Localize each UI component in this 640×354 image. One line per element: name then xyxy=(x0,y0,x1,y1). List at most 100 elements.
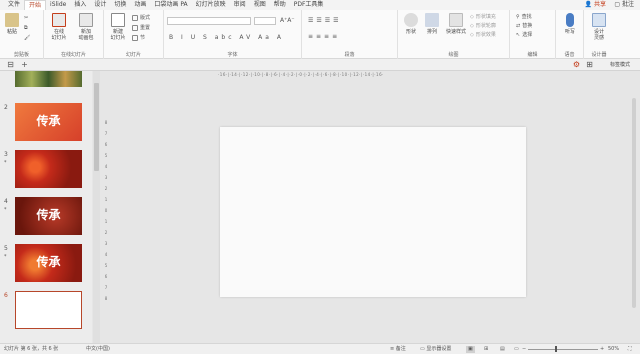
display-settings-button[interactable]: ▭ 显示器设置 xyxy=(420,346,451,353)
new-slide-button[interactable]: 新建 幻灯片 xyxy=(107,13,129,41)
online-slides-button[interactable]: 在线 幻灯片 xyxy=(48,13,70,41)
online-group-label: 在线幻灯片 xyxy=(60,52,86,58)
menu-item[interactable]: 帮助 xyxy=(270,0,290,10)
shape-outline-icon: ◇ xyxy=(470,23,474,29)
menu-item[interactable]: 视图 xyxy=(250,0,270,10)
font-format-buttons[interactable]: B I U S abc AV Aa A xyxy=(169,34,284,41)
menu-bar: 文件 开始 iSlide 插入 设计 切换 动画 口袋动画 PA 幻灯片放映 审阅 视图 帮助 PDF工… xyxy=(0,0,640,10)
paragraph-group-label: 段落 xyxy=(344,52,355,58)
replace-icon: ⇄ xyxy=(516,23,521,29)
cut-icon[interactable]: ✂ xyxy=(24,15,28,21)
notes-button[interactable]: ≡ 备注 xyxy=(390,346,406,353)
clipboard-group-label: 剪贴板 xyxy=(13,52,29,58)
font-grow-icon[interactable]: A⁺A⁻ xyxy=(280,18,295,24)
ruler-tick-label: 8 xyxy=(104,296,108,301)
slide-thumbnail[interactable]: 传承 xyxy=(15,103,82,141)
quick-styles-button[interactable]: 快速样式 xyxy=(445,13,467,35)
arrange-icon xyxy=(425,13,439,27)
menu-item[interactable]: 幻灯片放映 xyxy=(192,0,230,10)
add-icon[interactable]: + xyxy=(20,60,29,69)
menu-item[interactable]: 开始 xyxy=(24,0,47,10)
replace-label: 替换 xyxy=(522,23,533,29)
select-button[interactable]: ↖ 选择 xyxy=(516,32,532,38)
list-buttons[interactable]: ☰☰☰☰ xyxy=(308,17,342,24)
tag-icon[interactable]: ⊞ xyxy=(585,60,594,69)
display-settings-label: 显示器设置 xyxy=(426,346,452,352)
section-icon xyxy=(132,35,138,41)
menu-item[interactable]: iSlide xyxy=(46,0,70,10)
share-button[interactable]: 👤 共享 xyxy=(585,1,606,9)
align-buttons[interactable]: ≡≡≡≡ xyxy=(308,33,340,40)
zoom-in-button[interactable]: + xyxy=(600,346,604,353)
thumbnail-title: 传承 xyxy=(36,208,61,222)
quick-styles-label: 快速样式 xyxy=(445,29,466,35)
zoom-slider-knob[interactable] xyxy=(555,346,557,352)
editor-scroll-thumb[interactable] xyxy=(632,98,636,308)
settings-icon[interactable]: ⚙ xyxy=(572,60,581,69)
shape-effect-button[interactable]: ◇ 形状效果 xyxy=(470,32,496,38)
menu-item[interactable]: 审阅 xyxy=(230,0,250,10)
editor-scrollbar[interactable] xyxy=(630,78,638,340)
animation-pack-button[interactable]: 新加 动画包 xyxy=(74,13,98,41)
design-ideas-icon xyxy=(592,13,606,27)
find-button[interactable]: ⚲ 查找 xyxy=(516,14,532,20)
find-label: 查找 xyxy=(521,14,532,20)
voice-group-label: 语音 xyxy=(564,52,575,58)
collapse-icon[interactable]: ⊟ xyxy=(6,60,15,69)
animation-star-icon: * xyxy=(4,160,7,166)
ruler-tick-label: 1 xyxy=(104,197,108,202)
replace-button[interactable]: ⇄ 替换 xyxy=(516,23,532,29)
slide-canvas[interactable] xyxy=(220,127,526,297)
slides-group: 新建 幻灯片 版式 重置 节 幻灯片 xyxy=(104,10,164,59)
font-size-input[interactable] xyxy=(254,17,276,25)
slide-thumbnail[interactable] xyxy=(15,71,82,87)
horizontal-ruler: ·16·|·14·|·12·|·10·|·8·|·6·|·4·|·2·|·0·|… xyxy=(218,72,384,77)
zoom-out-button[interactable]: − xyxy=(522,346,526,353)
menu-item[interactable]: 动画 xyxy=(130,0,150,10)
section-button[interactable]: 节 xyxy=(132,35,145,41)
paste-icon xyxy=(5,13,19,27)
normal-view-icon[interactable]: ▣ xyxy=(466,346,475,353)
paste-button[interactable]: 粘贴 xyxy=(4,13,20,35)
menu-item[interactable]: 切换 xyxy=(110,0,130,10)
menu-item[interactable]: 设计 xyxy=(90,0,110,10)
copy-icon[interactable]: ⧉ xyxy=(24,25,28,31)
tag-mode-label[interactable]: 标签模式 xyxy=(610,61,630,69)
comment-button[interactable]: ▢ 批注 xyxy=(614,1,634,9)
arrange-button[interactable]: 排列 xyxy=(424,13,440,35)
menu-item[interactable]: 口袋动画 PA xyxy=(150,0,191,10)
slide-thumbnails-pane: 2 传承 3 * 4 * 传承 5 * 传承 6 xyxy=(0,71,92,343)
animation-star-icon: * xyxy=(4,254,7,260)
menu-item[interactable]: PDF工具集 xyxy=(290,0,328,10)
ruler-tick-label: 3 xyxy=(104,175,108,180)
reset-button[interactable]: 重置 xyxy=(132,25,150,31)
voice-group: 听写 语音 xyxy=(556,10,584,59)
language-indicator[interactable]: 中文(中国) xyxy=(86,346,110,353)
shape-fill-button[interactable]: ◇ 形状填充 xyxy=(470,14,496,20)
ruler-tick-label: 5 xyxy=(104,153,108,158)
slide-thumbnail[interactable] xyxy=(15,291,82,329)
zoom-level[interactable]: 50% xyxy=(608,346,619,353)
layout-button[interactable]: 版式 xyxy=(132,15,150,21)
ruler-tick-label: 0 xyxy=(104,208,108,213)
animation-pack-label: 新加 动画包 xyxy=(78,29,94,41)
slide-sorter-icon[interactable]: ⊞ xyxy=(484,346,488,353)
menu-item[interactable]: 插入 xyxy=(70,0,90,10)
slide-thumbnail[interactable]: 传承 xyxy=(15,244,82,282)
menu-item[interactable]: 文件 xyxy=(4,0,24,10)
shape-button[interactable]: 形状 xyxy=(403,13,419,35)
shape-outline-button[interactable]: ◇ 形状轮廓 xyxy=(470,23,496,29)
reading-view-icon[interactable]: ▤ xyxy=(500,346,505,353)
design-ideas-button[interactable]: 设计 灵感 xyxy=(590,13,608,41)
thumbnail-scrollbar[interactable] xyxy=(93,71,100,343)
slide-thumbnail[interactable] xyxy=(15,150,82,188)
slide-thumbnail[interactable]: 传承 xyxy=(15,197,82,235)
editing-group-label: 编辑 xyxy=(527,52,538,58)
slideshow-icon[interactable]: ▭ xyxy=(514,346,519,353)
zoom-slider[interactable] xyxy=(528,349,598,350)
font-name-input[interactable] xyxy=(167,17,251,25)
fit-window-icon[interactable]: ⛶ xyxy=(628,346,632,353)
thumbnail-scroll-thumb[interactable] xyxy=(94,83,99,171)
dictate-button[interactable]: 听写 xyxy=(562,13,578,35)
format-painter-icon[interactable]: 🖌 xyxy=(24,35,30,41)
